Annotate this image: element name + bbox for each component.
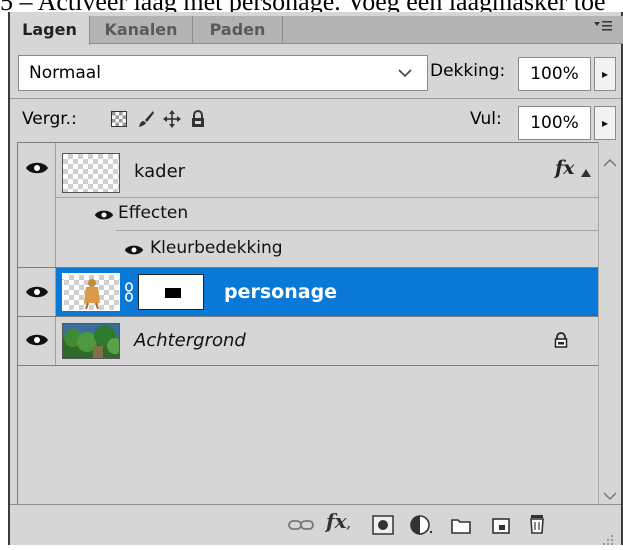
- layer-row-achtergrond[interactable]: Achtergrond: [18, 317, 598, 365]
- scroll-down-icon[interactable]: [603, 486, 617, 505]
- layer-name[interactable]: Achtergrond: [134, 329, 246, 353]
- collapse-arrow-icon[interactable]: [580, 163, 592, 182]
- new-layer-icon[interactable]: [488, 513, 514, 543]
- effect-row-kleurbedekking[interactable]: Kleurbedekking: [56, 231, 598, 267]
- lock-label: Vergr.:: [22, 109, 77, 129]
- resize-grip-icon[interactable]: [602, 531, 614, 550]
- blend-mode-select[interactable]: Normaal: [18, 55, 428, 91]
- trash-icon[interactable]: [524, 511, 550, 541]
- opacity-label: Dekking:: [430, 61, 506, 81]
- add-mask-icon[interactable]: [370, 512, 396, 542]
- tab-kanalen[interactable]: Kanalen: [90, 16, 193, 44]
- layer-row-personage[interactable]: personage: [18, 268, 598, 316]
- panel-tab-strip: Lagen Kanalen Paden: [10, 16, 623, 45]
- eye-icon[interactable]: [94, 207, 114, 226]
- fill-slider-arrow[interactable]: ▸: [594, 106, 616, 140]
- eye-icon[interactable]: [25, 284, 49, 304]
- layer-name[interactable]: kader: [134, 160, 185, 184]
- layers-toolbar: fx,: [10, 504, 621, 545]
- layer-thumbnail[interactable]: [62, 273, 120, 311]
- layer-name[interactable]: personage: [224, 280, 337, 304]
- folder-icon[interactable]: [448, 513, 474, 543]
- eye-icon[interactable]: [25, 160, 49, 180]
- scroll-up-icon[interactable]: [603, 152, 617, 171]
- layers-list: kader fx Effecten Kleurbedekking persona…: [17, 142, 598, 504]
- tab-lagen[interactable]: Lagen: [10, 16, 90, 45]
- opacity-field[interactable]: 100%: [518, 57, 591, 91]
- layers-scrollbar[interactable]: [598, 142, 620, 504]
- tab-paden[interactable]: Paden: [193, 16, 283, 44]
- eye-icon[interactable]: [25, 332, 49, 352]
- chain-link-icon[interactable]: [124, 282, 134, 306]
- lock-transparent-pixels-icon[interactable]: [110, 110, 128, 128]
- landscape-thumbnail-art: [63, 324, 119, 358]
- divider: [18, 365, 598, 366]
- fx-badge-icon[interactable]: fx: [555, 157, 575, 179]
- layer-row-kader[interactable]: kader fx: [18, 143, 598, 267]
- fill-label: Vul:: [470, 109, 502, 129]
- effect-name: Kleurbedekking: [150, 238, 283, 258]
- panel-menu-icon[interactable]: [591, 19, 615, 39]
- chevron-down-icon[interactable]: [390, 57, 420, 89]
- fx-icon[interactable]: fx,: [326, 509, 351, 533]
- effects-row[interactable]: Effecten: [56, 198, 598, 230]
- opacity-slider-arrow[interactable]: ▸: [594, 57, 616, 91]
- divider: [10, 98, 621, 99]
- layer-mask-thumbnail[interactable]: [138, 274, 204, 310]
- mask-shape: [165, 288, 181, 298]
- effects-label: Effecten: [118, 203, 189, 223]
- layer-thumbnail[interactable]: [62, 153, 120, 193]
- layer-thumbnail[interactable]: [62, 323, 120, 359]
- brush-icon[interactable]: [137, 110, 155, 128]
- lock-all-icon[interactable]: [189, 110, 207, 128]
- character-thumbnail-art: [84, 279, 100, 309]
- lock-icon: [554, 332, 568, 352]
- panel-menu-glyph: [594, 21, 612, 31]
- move-icon[interactable]: [163, 110, 181, 128]
- link-layers-icon[interactable]: [288, 517, 314, 536]
- eye-icon[interactable]: [124, 242, 144, 261]
- adjustment-layer-icon[interactable]: [408, 512, 434, 542]
- fill-field[interactable]: 100%: [518, 106, 591, 140]
